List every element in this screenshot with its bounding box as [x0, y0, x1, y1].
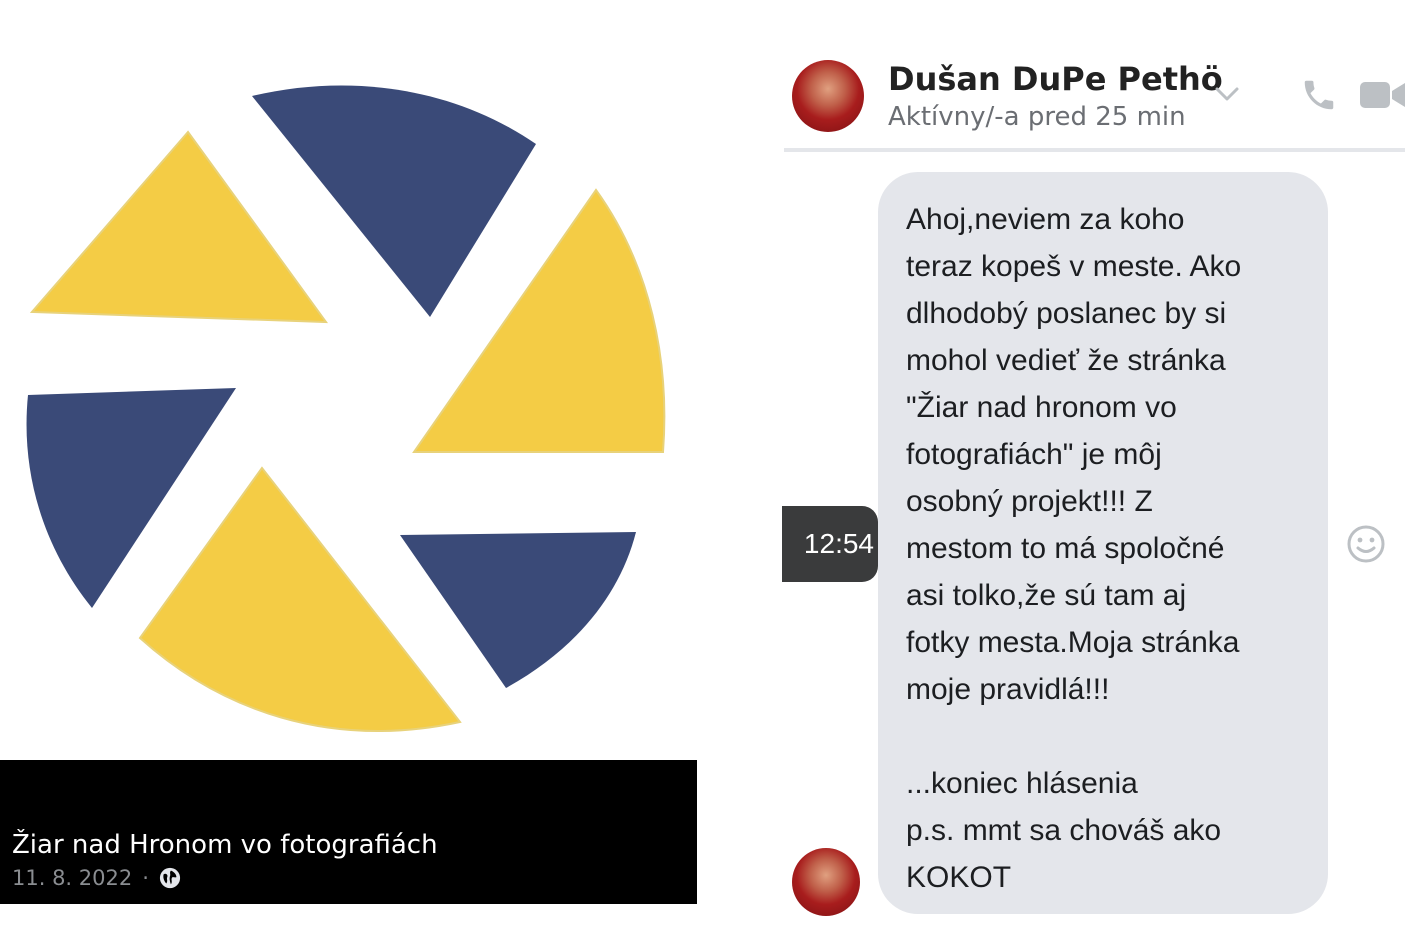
message-timestamp: 12:54 [782, 506, 878, 582]
message-bubble[interactable]: Ahoj,neviem za koho teraz kopeš v meste.… [878, 172, 1328, 914]
aperture-blade-yellow-3 [138, 466, 462, 732]
sender-avatar[interactable] [792, 848, 860, 916]
phone-icon[interactable] [1300, 76, 1338, 114]
smiley-icon[interactable] [1346, 524, 1386, 564]
post-title[interactable]: Žiar nad Hronom vo fotografiách [12, 830, 438, 860]
contact-avatar[interactable] [792, 60, 864, 132]
message-text: Ahoj,neviem za koho teraz kopeš v meste.… [906, 203, 1242, 894]
post-date[interactable]: 11. 8. 2022 [12, 866, 132, 890]
aperture-logo [26, 85, 666, 732]
header-divider [784, 148, 1405, 152]
chat-panel: Dušan DuPe Pethö Aktívny/-a pred 25 min … [782, 0, 1405, 933]
aperture-blade-navy-3 [400, 532, 636, 688]
meta-separator: · [142, 866, 149, 890]
contact-status: Aktívny/-a pred 25 min [888, 102, 1186, 132]
video-icon[interactable] [1360, 78, 1405, 112]
aperture-blade-yellow-1 [29, 130, 329, 324]
chevron-down-icon[interactable] [1214, 84, 1240, 104]
globe-icon [159, 867, 181, 889]
contact-name[interactable]: Dušan DuPe Pethö [888, 60, 1223, 98]
post-panel: Žiar nad Hronom vo fotografiách 11. 8. 2… [0, 0, 697, 933]
post-meta: 11. 8. 2022 · [12, 866, 181, 890]
post-caption-bar: Žiar nad Hronom vo fotografiách 11. 8. 2… [0, 760, 697, 904]
